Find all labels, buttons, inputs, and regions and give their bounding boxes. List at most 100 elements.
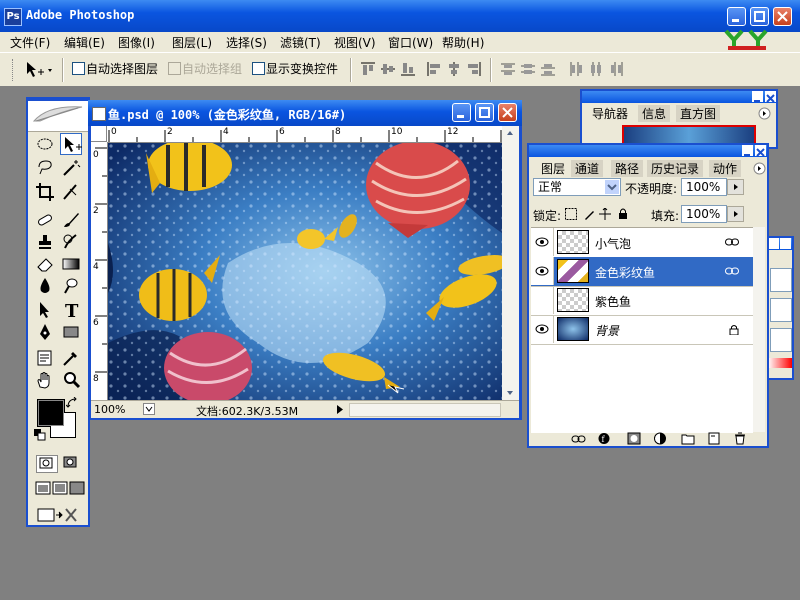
history-brush-tool-icon[interactable] xyxy=(60,231,82,253)
screen-mode-standard-button[interactable] xyxy=(35,481,51,495)
align-bottom-icon[interactable] xyxy=(400,61,416,77)
layer-visibility-toggle[interactable] xyxy=(531,228,554,256)
layer-visibility-toggle[interactable] xyxy=(531,257,554,285)
distribute-hcenter-icon[interactable] xyxy=(588,61,604,77)
distribute-bottom-icon[interactable] xyxy=(540,61,556,77)
eyedropper-tool-icon[interactable] xyxy=(60,347,82,369)
menu-help[interactable]: 帮助(H) xyxy=(442,34,484,51)
tab-navigator[interactable]: 导航器 xyxy=(588,105,633,122)
color-field[interactable] xyxy=(770,298,792,322)
jump-to-imageready-button[interactable] xyxy=(36,505,80,525)
document-minimize-button[interactable] xyxy=(452,103,471,122)
align-top-icon[interactable] xyxy=(360,61,376,77)
toolbox-header[interactable] xyxy=(28,101,88,132)
rectangle-tool-icon[interactable] xyxy=(60,321,82,343)
auto-select-group-checkbox[interactable] xyxy=(168,62,181,75)
link-layers-icon[interactable] xyxy=(571,433,587,445)
layer-visibility-toggle[interactable] xyxy=(531,286,554,314)
layer-row-selected[interactable]: 金色彩纹鱼 xyxy=(531,257,753,287)
menu-file[interactable]: 文件(F) xyxy=(10,34,50,51)
auto-select-layer-checkbox[interactable] xyxy=(72,62,85,75)
layer-style-icon[interactable]: f xyxy=(597,432,611,445)
tab-history[interactable]: 历史记录 xyxy=(647,160,704,177)
menu-select[interactable]: 选择(S) xyxy=(226,34,267,51)
color-field[interactable] xyxy=(770,268,792,292)
new-layer-icon[interactable] xyxy=(707,432,721,445)
distribute-top-icon[interactable] xyxy=(500,61,516,77)
distribute-right-icon[interactable] xyxy=(608,61,624,77)
layers-panel-bar[interactable] xyxy=(529,145,767,157)
menu-edit[interactable]: 编辑(E) xyxy=(64,34,105,51)
maximize-button[interactable] xyxy=(750,7,769,26)
default-colors-icon[interactable] xyxy=(34,429,46,441)
layer-row[interactable]: 紫色鱼 xyxy=(531,286,753,316)
slice-tool-icon[interactable] xyxy=(60,181,82,203)
brush-tool-icon[interactable] xyxy=(60,209,82,231)
blend-mode-select[interactable]: 正常 xyxy=(533,178,621,196)
menu-window[interactable]: 窗口(W) xyxy=(388,34,433,51)
quick-mask-button[interactable] xyxy=(61,455,81,471)
menu-image[interactable]: 图像(I) xyxy=(118,34,155,51)
zoom-tool-icon[interactable] xyxy=(60,369,82,391)
navigator-close-button[interactable] xyxy=(765,91,776,103)
standard-mode-button[interactable] xyxy=(36,455,58,473)
layers-scrollbar[interactable] xyxy=(753,227,765,432)
layers-panel-menu-icon[interactable] xyxy=(753,162,766,175)
lock-all-icon[interactable] xyxy=(617,207,629,220)
swap-colors-icon[interactable] xyxy=(66,397,78,409)
menu-view[interactable]: 视图(V) xyxy=(334,34,376,51)
document-close-button[interactable] xyxy=(498,103,517,122)
layer-row[interactable]: 小气泡 xyxy=(531,228,753,258)
document-vertical-scrollbar[interactable] xyxy=(502,126,519,400)
tab-layers[interactable]: 图层 xyxy=(537,160,570,177)
zoom-level[interactable]: 100% xyxy=(94,403,125,416)
delete-layer-icon[interactable] xyxy=(733,432,747,445)
status-arrow-icon[interactable] xyxy=(335,404,345,415)
lasso-tool-icon[interactable] xyxy=(34,157,56,179)
navigator-panel-bar[interactable] xyxy=(582,91,776,103)
lock-transparency-icon[interactable] xyxy=(565,208,577,220)
layer-row[interactable]: 背景 xyxy=(531,315,753,345)
tab-actions[interactable]: 动作 xyxy=(709,160,742,177)
close-button[interactable] xyxy=(773,7,792,26)
move-tool-icon[interactable] xyxy=(60,133,82,155)
document-maximize-button[interactable] xyxy=(475,103,494,122)
layers-close-button[interactable] xyxy=(755,145,766,157)
crop-tool-icon[interactable] xyxy=(34,181,56,203)
eraser-tool-icon[interactable] xyxy=(34,253,56,275)
blur-tool-icon[interactable] xyxy=(34,275,56,297)
adjustment-layer-icon[interactable] xyxy=(653,432,667,445)
hand-tool-icon[interactable] xyxy=(34,369,56,391)
panel-menu-icon[interactable] xyxy=(758,107,771,120)
color-panel-button[interactable] xyxy=(768,238,779,249)
document-titlebar[interactable]: 鱼.psd @ 100% (金色彩纹鱼, RGB/16#) xyxy=(88,100,522,126)
document-horizontal-scrollbar[interactable] xyxy=(349,403,501,417)
minimize-button[interactable] xyxy=(727,7,746,26)
color-field[interactable] xyxy=(770,328,792,352)
align-left-icon[interactable] xyxy=(426,61,442,77)
options-grip[interactable] xyxy=(12,59,16,81)
image-canvas[interactable] xyxy=(108,143,502,400)
lock-image-icon[interactable] xyxy=(583,208,595,220)
path-selection-tool-icon[interactable] xyxy=(34,299,56,321)
ruler-origin[interactable] xyxy=(91,126,107,142)
lock-position-icon[interactable] xyxy=(599,208,611,220)
fill-input[interactable]: 100% xyxy=(681,205,727,223)
align-vcenter-icon[interactable] xyxy=(380,61,396,77)
magic-wand-tool-icon[interactable] xyxy=(60,157,82,179)
healing-brush-tool-icon[interactable] xyxy=(34,209,56,231)
gradient-tool-icon[interactable] xyxy=(60,253,82,275)
navigator-minimize-button[interactable] xyxy=(752,91,763,102)
opacity-slider-button[interactable] xyxy=(727,179,744,195)
opacity-input[interactable]: 100% xyxy=(681,178,727,196)
move-tool-preset-icon[interactable] xyxy=(24,60,54,80)
tab-histogram[interactable]: 直方图 xyxy=(676,105,721,122)
tab-info[interactable]: 信息 xyxy=(638,105,671,122)
tab-channels[interactable]: 通道 xyxy=(571,160,604,177)
dodge-tool-icon[interactable] xyxy=(60,275,82,297)
clone-stamp-tool-icon[interactable] xyxy=(34,231,56,253)
marquee-tool-icon[interactable] xyxy=(34,133,56,155)
screen-mode-menu-button[interactable] xyxy=(52,481,68,495)
layer-visibility-toggle[interactable] xyxy=(531,315,554,343)
tab-paths[interactable]: 路径 xyxy=(611,160,644,177)
